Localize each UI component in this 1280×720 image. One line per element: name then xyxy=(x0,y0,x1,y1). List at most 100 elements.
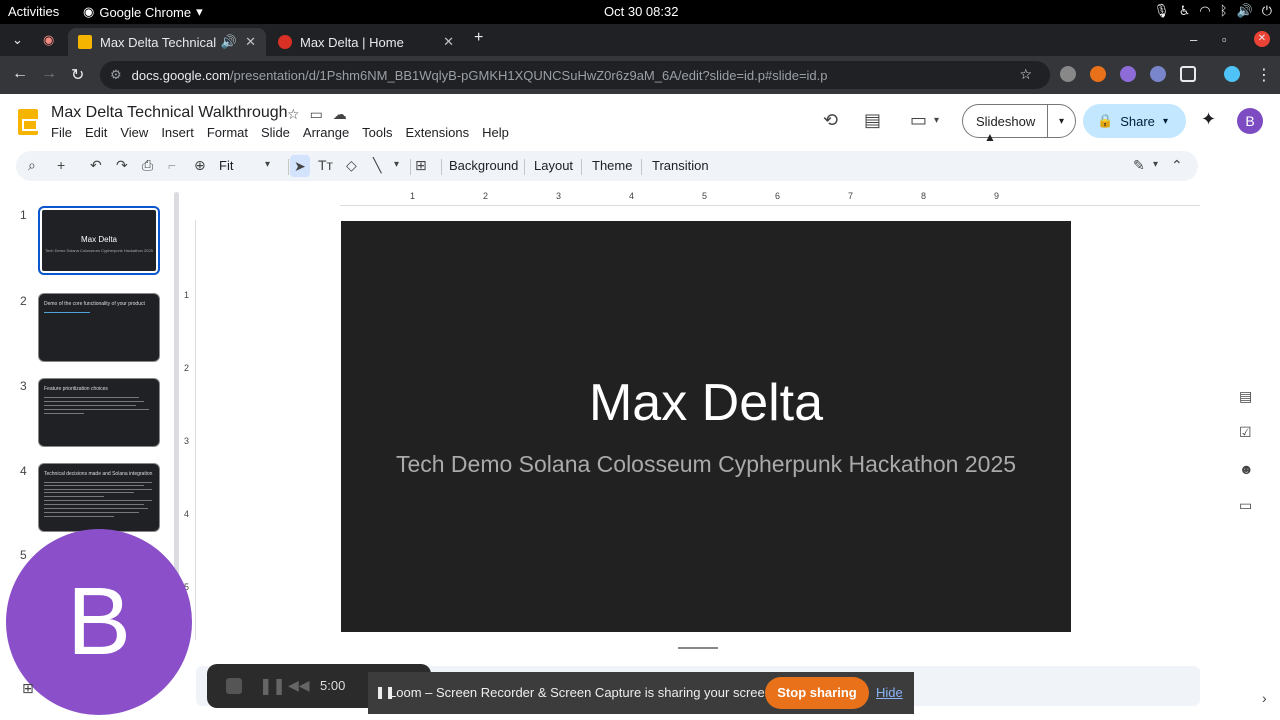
image-shape-icon[interactable]: ◇ xyxy=(346,157,357,174)
close-tab-icon[interactable]: ✕ xyxy=(245,34,256,50)
restart-recording-icon[interactable]: ◀◀ xyxy=(288,677,310,694)
profile-icon[interactable] xyxy=(1224,66,1240,82)
star-icon[interactable]: ☆ xyxy=(287,106,300,123)
folder-icon[interactable]: ▭ xyxy=(1239,497,1252,514)
clock[interactable]: Oct 30 08:32 xyxy=(604,4,678,19)
extension-gear-icon[interactable] xyxy=(1150,66,1166,82)
transition-button[interactable]: Transition xyxy=(652,158,709,173)
slide-title[interactable]: Max Delta xyxy=(341,373,1071,433)
search-menus-icon[interactable]: ⌕ xyxy=(28,157,36,174)
version-history-icon[interactable]: ⟲ xyxy=(823,110,838,131)
extensions-puzzle-icon[interactable] xyxy=(1180,66,1196,82)
slides-logo-icon[interactable] xyxy=(18,109,38,135)
forward-icon[interactable]: → xyxy=(41,65,57,83)
bookmark-star-icon[interactable]: ☆ xyxy=(1019,66,1032,83)
cloud-saved-icon[interactable]: ☁ xyxy=(333,106,347,123)
text-box-icon[interactable]: Tт xyxy=(318,157,333,173)
menu-view[interactable]: View xyxy=(120,125,148,140)
horizontal-ruler[interactable]: 1 2 3 4 5 6 7 8 9 xyxy=(340,190,1200,206)
select-cursor-icon[interactable]: ➤ xyxy=(290,155,310,177)
menu-help[interactable]: Help xyxy=(482,125,509,140)
pen-mode-icon[interactable]: ✎ xyxy=(1133,157,1145,174)
menu-insert[interactable]: Insert xyxy=(161,125,194,140)
minimize-icon[interactable]: – xyxy=(1190,32,1197,47)
activities-button[interactable]: Activities xyxy=(8,4,59,19)
loom-camera-bubble[interactable]: B xyxy=(6,529,192,715)
menu-arrange[interactable]: Arrange xyxy=(303,125,349,140)
slide-canvas[interactable]: Max Delta Tech Demo Solana Colosseum Cyp… xyxy=(341,221,1071,632)
share-dropdown-icon[interactable]: ▾ xyxy=(1163,116,1186,127)
contacts-icon[interactable]: ☻ xyxy=(1239,461,1254,477)
menu-format[interactable]: Format xyxy=(207,125,248,140)
menu-tools[interactable]: Tools xyxy=(362,125,392,140)
share-button[interactable]: 🔒 Share ▾ xyxy=(1083,104,1186,138)
slideshow-dropdown-icon[interactable]: ▾ xyxy=(1048,116,1075,127)
slideshow-button[interactable]: Slideshow ▾ xyxy=(962,104,1076,138)
move-folder-icon[interactable]: ▭ xyxy=(310,106,323,123)
chrome-menu-icon[interactable]: ⋮ xyxy=(1256,65,1272,85)
chevron-down-icon: ▾ xyxy=(196,4,203,19)
meet-camera-icon[interactable]: ▭ xyxy=(910,110,927,131)
slide-thumbnail-1[interactable]: Max Delta Tech Demo Solana Colosseum Cyp… xyxy=(38,206,160,275)
extension-fox-icon[interactable] xyxy=(1090,66,1106,82)
zoom-select[interactable]: Fit xyxy=(219,158,233,173)
menu-edit[interactable]: Edit xyxy=(85,125,107,140)
tab-home[interactable]: Max Delta | Home ✕ xyxy=(268,28,464,56)
extension-loom-icon[interactable] xyxy=(1120,66,1136,82)
share-main[interactable]: 🔒 Share xyxy=(1083,113,1163,129)
reload-icon[interactable]: ↻ xyxy=(71,65,84,85)
gemini-icon[interactable]: ✦ xyxy=(1201,109,1216,130)
app-menu[interactable]: ◉ Google Chrome ▾ xyxy=(83,4,203,20)
new-slide-icon[interactable]: + xyxy=(57,157,65,173)
slide-thumbnail-2[interactable]: Demo of the core functionality of your p… xyxy=(38,293,160,362)
background-button[interactable]: Background xyxy=(449,158,518,173)
audio-icon[interactable]: 🔊 xyxy=(221,34,237,50)
stop-sharing-button[interactable]: Stop sharing xyxy=(765,677,869,709)
recording-icon[interactable]: ◉ xyxy=(43,32,54,48)
undo-icon[interactable]: ↶ xyxy=(90,157,102,174)
speaker-notes-handle[interactable] xyxy=(678,647,718,649)
chevron-down-icon[interactable]: ▾ xyxy=(934,115,939,126)
tab-search-icon[interactable]: ⌄ xyxy=(12,32,23,48)
layout-button[interactable]: Layout xyxy=(534,158,573,173)
line-dropdown-icon[interactable]: ▾ xyxy=(394,159,399,170)
menu-extensions[interactable]: Extensions xyxy=(406,125,470,140)
collapse-toolbar-icon[interactable]: ⌃ xyxy=(1171,157,1183,174)
zoom-dropdown-icon[interactable]: ▾ xyxy=(265,159,270,170)
site-info-icon[interactable]: ⚙ xyxy=(110,67,122,83)
add-comment-icon[interactable]: ⊞ xyxy=(415,157,427,174)
extension-glasses-icon[interactable] xyxy=(1060,66,1076,82)
slide-thumbnail-3[interactable]: Feature prioritization choices xyxy=(38,378,160,447)
pen-dropdown-icon[interactable]: ▾ xyxy=(1153,159,1158,170)
tab-slides[interactable]: Max Delta Technical W 🔊 ✕ xyxy=(68,28,266,56)
zoom-icon[interactable]: ⊕ xyxy=(194,157,206,174)
theme-button[interactable]: Theme xyxy=(592,158,632,173)
menu-file[interactable]: File xyxy=(51,125,72,140)
close-tab-icon[interactable]: ✕ xyxy=(443,34,454,50)
print-icon[interactable]: ⎙ xyxy=(142,157,153,174)
document-title[interactable]: Max Delta Technical Walkthrough xyxy=(51,104,288,122)
back-icon[interactable]: ← xyxy=(12,65,28,83)
line-icon[interactable]: ╲ xyxy=(373,157,381,174)
menu-slide[interactable]: Slide xyxy=(261,125,290,140)
slide-thumbnail-4[interactable]: Technical decisions made and Solana inte… xyxy=(38,463,160,532)
restore-icon[interactable]: ▫ xyxy=(1222,32,1227,47)
expand-panel-icon[interactable]: › xyxy=(1262,690,1267,706)
redo-icon[interactable]: ↷ xyxy=(116,157,128,174)
address-bar[interactable]: ⚙ docs.google.com /presentation/d/1Pshm6… xyxy=(100,61,1050,89)
grid-view-icon[interactable]: ⊞ xyxy=(22,680,34,697)
tasks-icon[interactable]: ☑ xyxy=(1239,424,1252,441)
slide-subtitle[interactable]: Tech Demo Solana Colosseum Cypherpunk Ha… xyxy=(341,451,1071,478)
vertical-ruler[interactable]: 1 2 3 4 5 xyxy=(180,220,196,640)
hide-link[interactable]: Hide xyxy=(876,685,903,700)
comments-icon[interactable]: ▤ xyxy=(864,110,881,131)
close-window-icon[interactable]: ✕ xyxy=(1254,31,1270,47)
stop-recording-icon[interactable] xyxy=(226,678,242,694)
slideshow-label[interactable]: Slideshow xyxy=(963,105,1048,137)
account-avatar[interactable]: B xyxy=(1237,108,1263,134)
pause-recording-icon[interactable]: ❚❚ xyxy=(259,676,286,696)
system-tray[interactable]: 🎙 ♿ ◠ ᛒ 🔊 ⏻ xyxy=(1153,3,1272,19)
keep-notes-icon[interactable]: ▤ xyxy=(1239,388,1252,405)
paint-format-icon[interactable]: ⌐ xyxy=(168,157,176,173)
new-tab-icon[interactable]: + xyxy=(474,29,483,47)
